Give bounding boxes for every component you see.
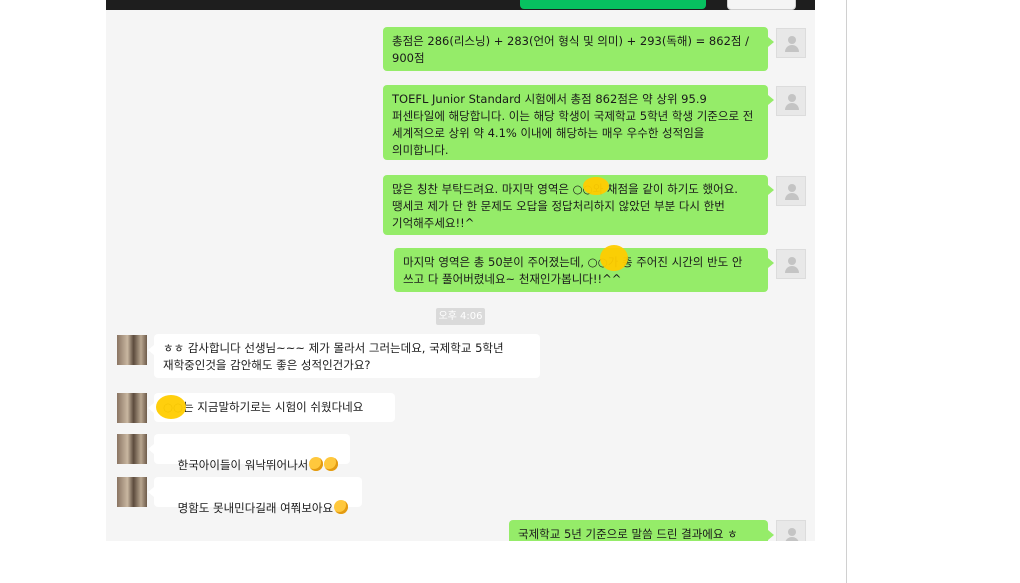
my-avatar[interactable] [776,86,806,116]
person-icon [785,528,799,541]
send-button[interactable] [520,0,706,9]
laughing-emoji-icon [334,500,349,514]
my-avatar[interactable] [776,520,806,541]
my-avatar[interactable] [776,28,806,58]
redaction-mark [583,177,609,195]
message-bubble-sent[interactable]: 총점은 286(리스닝) + 283(언어 형식 및 의미) + 293(독해)… [383,27,768,71]
person-icon [785,257,799,273]
my-avatar[interactable] [776,249,806,279]
person-icon [785,94,799,110]
message-text: 한국아이들이 워낙뛰어나서 [177,458,309,472]
laughing-emoji-icon [324,457,339,471]
message-bubble-received[interactable]: ○○는 지금말하기로는 시험이 쉬웠다네요 [154,393,395,422]
timestamp-badge: 오후 4:06 [436,308,485,325]
chat-panel: 총점은 286(리스닝) + 283(언어 형식 및 의미) + 293(독해)… [106,0,815,541]
message-bubble-sent[interactable]: 마지막 영역은 총 50분이 주어졌는데, ○○가 총 주어진 시간의 반도 안… [394,248,768,292]
contact-avatar[interactable] [117,477,147,507]
message-bubble-sent[interactable]: 국제학교 5년 기준으로 말씀 드린 결과에요 ㅎ [509,520,768,541]
contact-avatar[interactable] [117,393,147,423]
message-bubble-received[interactable]: 명함도 못내민다길래 여쭤보아요 [154,477,362,515]
message-bubble-sent[interactable]: TOEFL Junior Standard 시험에서 총점 862점은 약 상위… [383,85,768,160]
redaction-mark [156,395,186,419]
bubble-tail [768,185,774,195]
contact-avatar[interactable] [117,434,147,464]
redaction-mark [600,245,628,271]
message-bubble-sent[interactable]: 많은 칭찬 부탁드려요. 마지막 영역은 ○○와 채점을 같이 하기도 했어요.… [383,175,768,235]
secondary-button[interactable] [727,0,796,10]
message-bubble-received[interactable]: 한국아이들이 워낙뛰어나서 [154,434,350,472]
top-toolbar [106,0,815,10]
bubble-tail [768,95,774,105]
contact-avatar[interactable] [117,335,147,365]
bubble-tail [768,37,774,47]
message-bubble-received[interactable]: ㅎㅎ 감사합니다 선생님~~~ 제가 몰라서 그러는데요, 국제학교 5학년 재… [154,334,540,378]
laughing-emoji-icon [309,457,324,471]
person-icon [785,36,799,52]
message-text: 명함도 못내민다길래 여쭤보아요 [177,501,334,515]
my-avatar[interactable] [776,176,806,206]
bubble-tail [768,530,774,540]
panel-divider [846,0,847,583]
bubble-tail [768,258,774,268]
person-icon [785,184,799,200]
